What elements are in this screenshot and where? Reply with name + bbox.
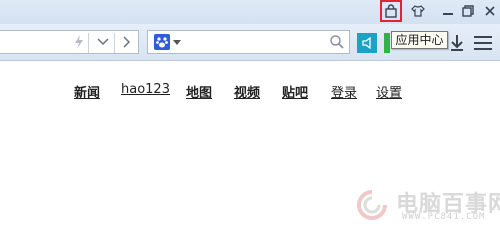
shirt-icon xyxy=(411,5,425,17)
watermark-url: WWW.PC841.COM xyxy=(402,212,486,222)
search-icon[interactable] xyxy=(329,34,345,50)
app-center-button[interactable] xyxy=(380,0,402,22)
menu-icon[interactable] xyxy=(474,35,492,51)
divider xyxy=(114,33,115,53)
sidebar-toggle-button[interactable] xyxy=(357,33,377,53)
address-bar[interactable] xyxy=(0,30,139,54)
lightning-icon[interactable] xyxy=(70,32,88,52)
minimize-button[interactable] xyxy=(438,2,458,20)
speaker-icon xyxy=(362,36,371,50)
title-bar xyxy=(0,0,500,24)
nav-link-tieba[interactable]: 贴吧 xyxy=(282,82,308,101)
baidu-paw-icon[interactable] xyxy=(154,34,170,50)
restore-icon xyxy=(462,5,474,17)
download-icon[interactable] xyxy=(448,33,466,53)
nav-link-news[interactable]: 新闻 xyxy=(74,82,100,101)
skin-button[interactable] xyxy=(408,2,428,20)
minimize-icon xyxy=(443,13,453,15)
nav-link-login[interactable]: 登录 xyxy=(331,82,357,101)
nav-link-map[interactable]: 地图 xyxy=(186,82,212,101)
engine-dropdown-caret-icon[interactable] xyxy=(173,40,181,45)
extension-button[interactable] xyxy=(384,33,390,53)
app-center-tooltip: 应用中心 xyxy=(391,31,448,49)
search-box[interactable] xyxy=(147,30,350,54)
chevron-down-icon[interactable] xyxy=(94,32,112,52)
nav-link-video[interactable]: 视频 xyxy=(234,82,260,101)
close-button[interactable] xyxy=(480,2,500,20)
close-icon xyxy=(485,6,495,16)
divider xyxy=(88,33,89,53)
watermark-logo-icon xyxy=(352,188,392,222)
nav-link-hao123[interactable]: hao123 xyxy=(121,82,170,97)
watermark: 电脑百事网 WWW.PC841.COM xyxy=(352,186,500,226)
nav-link-settings[interactable]: 设置 xyxy=(376,82,402,101)
maximize-button[interactable] xyxy=(458,2,478,20)
chevron-right-icon[interactable] xyxy=(118,32,136,52)
top-nav: 新闻 hao123 地图 视频 贴吧 登录 设置 xyxy=(0,82,500,102)
bag-icon xyxy=(385,4,397,18)
